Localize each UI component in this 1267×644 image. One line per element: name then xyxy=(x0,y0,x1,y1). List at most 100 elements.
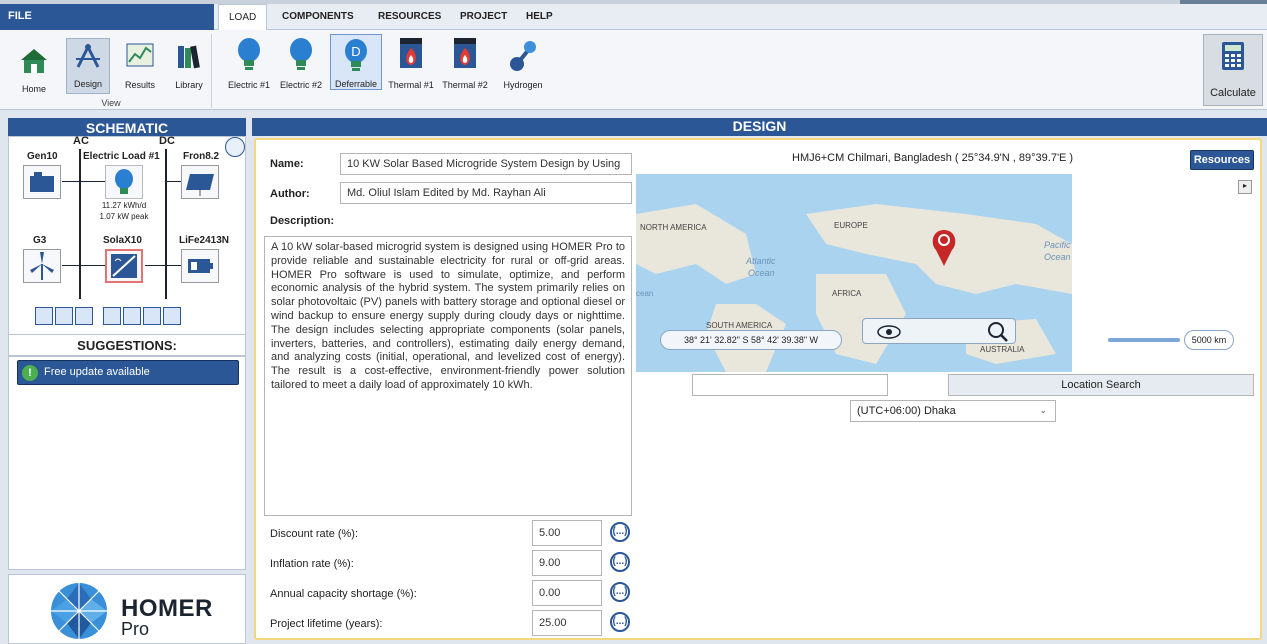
generator-icon xyxy=(30,172,54,192)
compass-icon xyxy=(76,44,100,68)
converter-icon xyxy=(111,254,137,278)
capacity-shortage-sensitivity-button[interactable]: (...) xyxy=(610,582,630,602)
timezone-select[interactable]: (UTC+06:00) Dhaka ⌄ xyxy=(850,400,1056,422)
menu-bar: FILE LOAD COMPONENTS RESOURCES PROJECT H… xyxy=(0,4,1267,30)
discount-rate-input[interactable]: 5.00 xyxy=(532,520,602,546)
map-label-europe: EUROPE xyxy=(834,221,868,230)
wind-turbine-icon xyxy=(30,252,54,280)
map-label-atlantic-ocean: Ocean xyxy=(748,268,775,278)
alert-icon: ! xyxy=(22,365,38,381)
tool-icon[interactable] xyxy=(75,307,93,325)
map-label-africa: AFRICA xyxy=(832,289,862,298)
tab-help[interactable]: HELP xyxy=(516,4,563,30)
bulb-icon xyxy=(238,38,260,70)
calculate-button[interactable]: Calculate xyxy=(1203,34,1263,106)
deferrable-glyph: D xyxy=(351,44,360,59)
resources-button[interactable]: Resources xyxy=(1190,150,1254,170)
converter-component[interactable] xyxy=(105,249,143,283)
capacity-shortage-input[interactable]: 0.00 xyxy=(532,580,602,606)
map-label-atlantic: Atlantic xyxy=(745,256,776,266)
thermal-2-button[interactable]: Thermal #2 xyxy=(440,34,490,90)
tab-load[interactable]: LOAD xyxy=(218,4,268,30)
homer-window: FILE LOAD COMPONENTS RESOURCES PROJECT H… xyxy=(0,0,1267,644)
schematic-panel: AC DC Gen10 Electric Load #1 Fron8.2 11.… xyxy=(8,135,246,336)
converter-ac-link xyxy=(80,265,105,266)
load-peak: 1.07 kW peak xyxy=(99,212,149,221)
battery-component[interactable] xyxy=(181,249,219,283)
wind-component[interactable] xyxy=(23,249,61,283)
free-update-item[interactable]: ! Free update available xyxy=(17,360,239,385)
discount-rate-sensitivity-button[interactable]: (...) xyxy=(610,522,630,542)
project-lifetime-sensitivity-button[interactable]: (...) xyxy=(610,612,630,632)
design-button[interactable]: Design xyxy=(66,38,110,94)
thermal-1-button[interactable]: Thermal #1 xyxy=(386,34,436,90)
tab-resources[interactable]: RESOURCES xyxy=(368,4,451,30)
location-search-input[interactable] xyxy=(692,374,888,396)
tab-components[interactable]: COMPONENTS xyxy=(272,4,364,30)
flame-icon xyxy=(454,38,476,68)
electric-load-component[interactable] xyxy=(105,165,143,199)
description-field[interactable]: A 10 kW solar-based microgrid system is … xyxy=(264,236,632,516)
name-field[interactable]: 10 KW Solar Based Microgride System Desi… xyxy=(340,153,632,175)
discount-rate-label: Discount rate (%): xyxy=(270,528,359,540)
design-panel: Name: 10 KW Solar Based Microgride Syste… xyxy=(254,138,1262,640)
results-button[interactable]: Results xyxy=(118,38,162,94)
suggestions-panel: ! Free update available xyxy=(8,356,246,570)
ac-bus-label: AC xyxy=(73,135,89,147)
hydrogen-button[interactable]: Hydrogen xyxy=(494,34,552,90)
inflation-rate-input[interactable]: 9.00 xyxy=(532,550,602,576)
inflation-rate-sensitivity-button[interactable]: (...) xyxy=(610,552,630,572)
tool-icon[interactable] xyxy=(55,307,73,325)
dc-bus xyxy=(165,149,167,299)
eye-icon[interactable] xyxy=(877,325,901,339)
bulb-icon xyxy=(290,38,312,70)
tool-icon[interactable] xyxy=(103,307,121,325)
converter-label: SolaX10 xyxy=(103,235,142,246)
schematic-title: SCHEMATIC xyxy=(8,118,246,138)
home-icon xyxy=(21,49,47,73)
author-label: Author: xyxy=(270,188,310,200)
electric-1-button[interactable]: Electric #1 xyxy=(224,34,274,90)
map-label-ocean-left: cean xyxy=(636,289,653,298)
pv-component[interactable] xyxy=(181,165,219,199)
zoom-search-icon[interactable] xyxy=(987,321,1009,343)
author-field[interactable]: Md. Oliul Islam Edited by Md. Rayhan Ali xyxy=(340,182,632,204)
tab-project[interactable]: PROJECT xyxy=(450,4,517,30)
deferrable-bulb-icon: D xyxy=(345,39,367,71)
location-search-button[interactable]: Location Search xyxy=(948,374,1254,396)
left-column: SCHEMATIC AC DC Gen10 Electric Load #1 F… xyxy=(0,114,248,644)
bulb-icon xyxy=(115,169,133,194)
wind-label: G3 xyxy=(33,235,47,246)
file-menu[interactable]: FILE xyxy=(0,4,214,30)
molecule-icon xyxy=(510,41,536,71)
tool-icon[interactable] xyxy=(143,307,161,325)
design-title: DESIGN xyxy=(252,118,1267,136)
battery-label: LiFe2413N xyxy=(179,235,230,246)
deferrable-button[interactable]: D Deferrable xyxy=(330,34,382,90)
project-lifetime-input[interactable]: 25.00 xyxy=(532,610,602,636)
homer-logo: HOMER Pro xyxy=(8,574,246,644)
homer-globe-logo xyxy=(51,583,107,639)
map-corner-button[interactable]: ▸ xyxy=(1238,180,1252,194)
map-label-north-america: NORTH AMERICA xyxy=(640,223,707,232)
load-label: Electric Load #1 xyxy=(83,151,160,162)
timezone-value: (UTC+06:00) Dhaka xyxy=(857,405,956,417)
library-button[interactable]: Library xyxy=(168,38,210,94)
name-label: Name: xyxy=(270,158,304,170)
electric-2-button[interactable]: Electric #2 xyxy=(276,34,326,90)
free-update-label: Free update available xyxy=(44,366,150,378)
map-view-control[interactable] xyxy=(862,318,1016,344)
pv-label: Fron8.2 xyxy=(183,151,220,162)
view-group-label: View xyxy=(101,98,121,108)
map-label-south-america: SOUTH AMERICA xyxy=(706,321,773,330)
capacity-shortage-label: Annual capacity shortage (%): xyxy=(270,588,417,600)
generator-component[interactable] xyxy=(23,165,61,199)
tool-icon[interactable] xyxy=(163,307,181,325)
gen-label: Gen10 xyxy=(27,151,58,162)
schematic-edit-icon[interactable] xyxy=(225,137,245,157)
pv-link xyxy=(166,181,181,182)
home-button[interactable]: Home xyxy=(14,38,54,94)
tool-icon[interactable] xyxy=(123,307,141,325)
map-label-pacific-ocean: Ocean xyxy=(1044,252,1071,262)
tool-icon[interactable] xyxy=(35,307,53,325)
